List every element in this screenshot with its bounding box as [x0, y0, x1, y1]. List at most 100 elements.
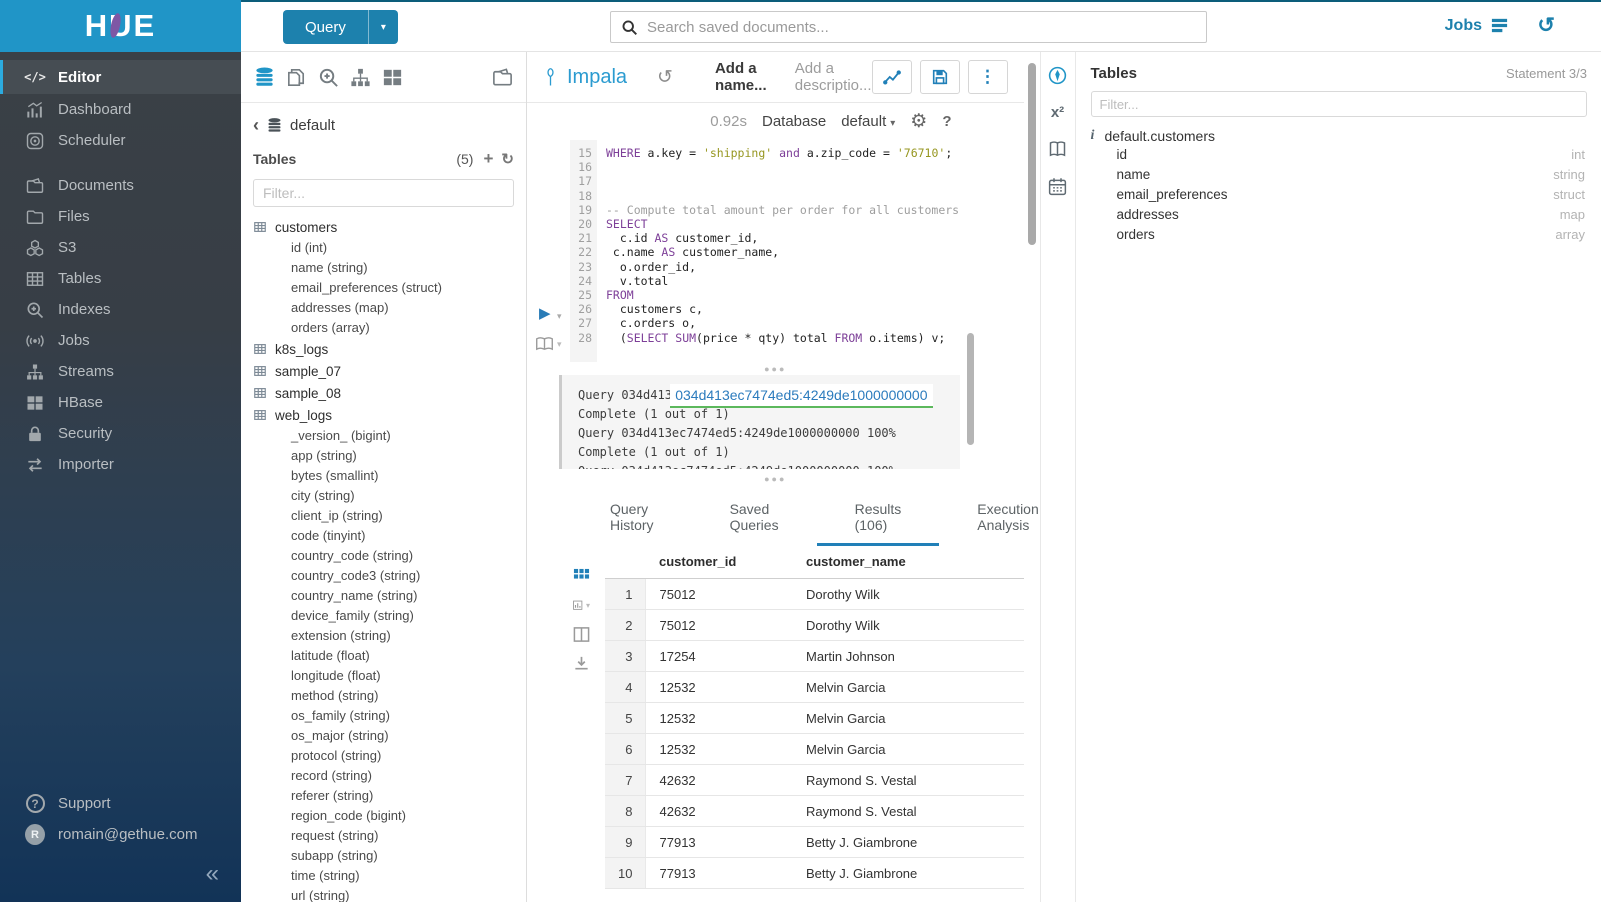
column-row[interactable]: namestring [1091, 164, 1588, 184]
tree-column[interactable]: url (string) [253, 886, 514, 902]
column-row[interactable]: idint [1091, 144, 1588, 164]
book-icon[interactable] [1047, 139, 1068, 160]
column-header[interactable]: order_id [1012, 546, 1024, 579]
column-row[interactable]: email_preferencesstruct [1091, 184, 1588, 204]
tab-saved-queries[interactable]: Saved Queries [692, 489, 817, 546]
zoom-plus-icon[interactable] [317, 66, 340, 89]
tree-column[interactable]: client_ip (string) [253, 506, 514, 526]
tree-column[interactable]: latitude (float) [253, 646, 514, 666]
right-filter-input[interactable] [1091, 91, 1588, 117]
tree-column[interactable]: os_major (string) [253, 726, 514, 746]
jobs-link[interactable]: Jobs [1445, 16, 1509, 35]
tree-column[interactable]: method (string) [253, 686, 514, 706]
add-table-icon[interactable]: + [483, 149, 493, 169]
apps-grid-icon[interactable] [381, 66, 404, 89]
tab-query-history[interactable]: Query History [572, 489, 692, 546]
tree-column[interactable]: device_family (string) [253, 606, 514, 626]
tree-column[interactable]: subapp (string) [253, 846, 514, 866]
sitemap-icon[interactable] [349, 66, 372, 89]
tree-column[interactable]: extension (string) [253, 626, 514, 646]
sidebar-item-documents[interactable]: Documents [0, 170, 241, 201]
tree-column[interactable]: country_code (string) [253, 546, 514, 566]
tree-column[interactable]: id (int) [253, 238, 514, 258]
tree-column[interactable]: email_preferences (struct) [253, 278, 514, 298]
column-header[interactable]: customer_name [792, 546, 1012, 579]
active-table-row[interactable]: i default.customers [1091, 128, 1588, 144]
query-id-link[interactable]: 034d413ec7474ed5:4249de1000000000 [670, 384, 932, 408]
tree-table-sample_08[interactable]: sample_08 [253, 382, 514, 404]
sidebar-item-scheduler[interactable]: Scheduler [0, 125, 241, 156]
calendar-icon[interactable] [1047, 176, 1068, 197]
database-name[interactable]: default [290, 117, 335, 134]
grid-view-icon[interactable] [573, 568, 590, 585]
execute-play-button[interactable]: ▶ [539, 306, 551, 321]
download-icon[interactable] [573, 655, 590, 672]
folder-open-icon[interactable] [491, 66, 514, 89]
sidebar-item-indexes[interactable]: Indexes [0, 294, 241, 325]
settings-gear-icon[interactable]: ⚙ [910, 110, 927, 133]
resize-handle[interactable]: ●●● [527, 469, 1024, 489]
tables-filter-input[interactable] [253, 179, 514, 207]
sidebar-item-importer[interactable]: Importer [0, 449, 241, 480]
query-history-icon[interactable]: ↺ [657, 66, 673, 89]
sql-code[interactable]: WHERE a.key = 'shipping' and a.zip_code … [597, 140, 1024, 362]
tree-column[interactable]: app (string) [253, 446, 514, 466]
save-button[interactable] [920, 60, 960, 94]
tree-column[interactable]: protocol (string) [253, 746, 514, 766]
tree-column[interactable]: bytes (smallint) [253, 466, 514, 486]
sidebar-item-user[interactable]: R romain@gethue.com [0, 819, 241, 850]
tree-column[interactable]: os_family (string) [253, 706, 514, 726]
sidebar-item-streams[interactable]: Streams [0, 356, 241, 387]
collapse-sidebar-icon[interactable]: « [206, 860, 219, 888]
columns-view-icon[interactable] [573, 626, 590, 643]
query-name-field[interactable]: Add a name... [715, 60, 769, 94]
functions-icon[interactable]: x² [1047, 102, 1068, 123]
tree-column[interactable]: longitude (float) [253, 666, 514, 686]
query-button[interactable]: Query [283, 10, 368, 44]
tree-column[interactable]: time (string) [253, 866, 514, 886]
info-icon[interactable]: i [1091, 128, 1105, 144]
compass-icon[interactable] [1047, 65, 1068, 86]
tree-table-k8s_logs[interactable]: k8s_logs [253, 338, 514, 360]
column-row[interactable]: addressesmap [1091, 204, 1588, 224]
tree-column[interactable]: _version_ (bigint) [253, 426, 514, 446]
tree-column[interactable]: orders (array) [253, 318, 514, 338]
tab-execution-analysis[interactable]: Execution Analysis [939, 489, 1076, 546]
code-editor[interactable]: 1516171819202122232425262728 WHERE a.key… [527, 140, 1024, 362]
tree-column[interactable]: city (string) [253, 486, 514, 506]
tree-table-web_logs[interactable]: web_logs [253, 404, 514, 426]
tree-column[interactable]: referer (string) [253, 786, 514, 806]
sidebar-item-tables[interactable]: Tables [0, 263, 241, 294]
back-chevron-icon[interactable]: ‹ [253, 115, 259, 136]
help-icon[interactable]: ? [942, 113, 951, 130]
more-actions-button[interactable]: ⋮ [968, 60, 1008, 94]
query-description-field[interactable]: Add a descriptio... [795, 60, 872, 94]
tree-table-customers[interactable]: customers [253, 216, 514, 238]
sidebar-item-editor[interactable]: </>Editor [0, 60, 241, 94]
resize-handle[interactable]: ●●● [527, 362, 1024, 375]
query-dropdown-button[interactable]: ▾ [368, 10, 398, 44]
execute-options-caret[interactable]: ▾ [557, 311, 562, 322]
sidebar-item-jobs[interactable]: Jobs [0, 325, 241, 356]
tree-column[interactable]: request (string) [253, 826, 514, 846]
tab-results-106-[interactable]: Results (106) [817, 489, 940, 546]
sidebar-item-support[interactable]: ? Support [0, 788, 241, 819]
sidebar-item-s3[interactable]: S3 [0, 232, 241, 263]
documents-copy-icon[interactable] [285, 66, 308, 89]
chart-view-icon[interactable]: ▾ [573, 597, 590, 614]
tree-column[interactable]: region_code (bigint) [253, 806, 514, 826]
tree-column[interactable]: country_code3 (string) [253, 566, 514, 586]
tree-column[interactable]: record (string) [253, 766, 514, 786]
tree-column[interactable]: country_name (string) [253, 586, 514, 606]
chart-button[interactable] [872, 60, 912, 94]
history-icon[interactable]: ↺ [1537, 13, 1555, 38]
presentation-mode-toggle[interactable]: ▾ [535, 336, 562, 352]
sidebar-item-hbase[interactable]: HBase [0, 387, 241, 418]
refresh-icon[interactable]: ↻ [501, 150, 514, 168]
sidebar-item-dashboard[interactable]: Dashboard [0, 94, 241, 125]
search-input[interactable] [647, 19, 1196, 36]
tree-table-sample_07[interactable]: sample_07 [253, 360, 514, 382]
editor-scrollbar[interactable] [967, 333, 974, 445]
databases-icon[interactable] [253, 66, 276, 89]
sidebar-item-security[interactable]: Security [0, 418, 241, 449]
